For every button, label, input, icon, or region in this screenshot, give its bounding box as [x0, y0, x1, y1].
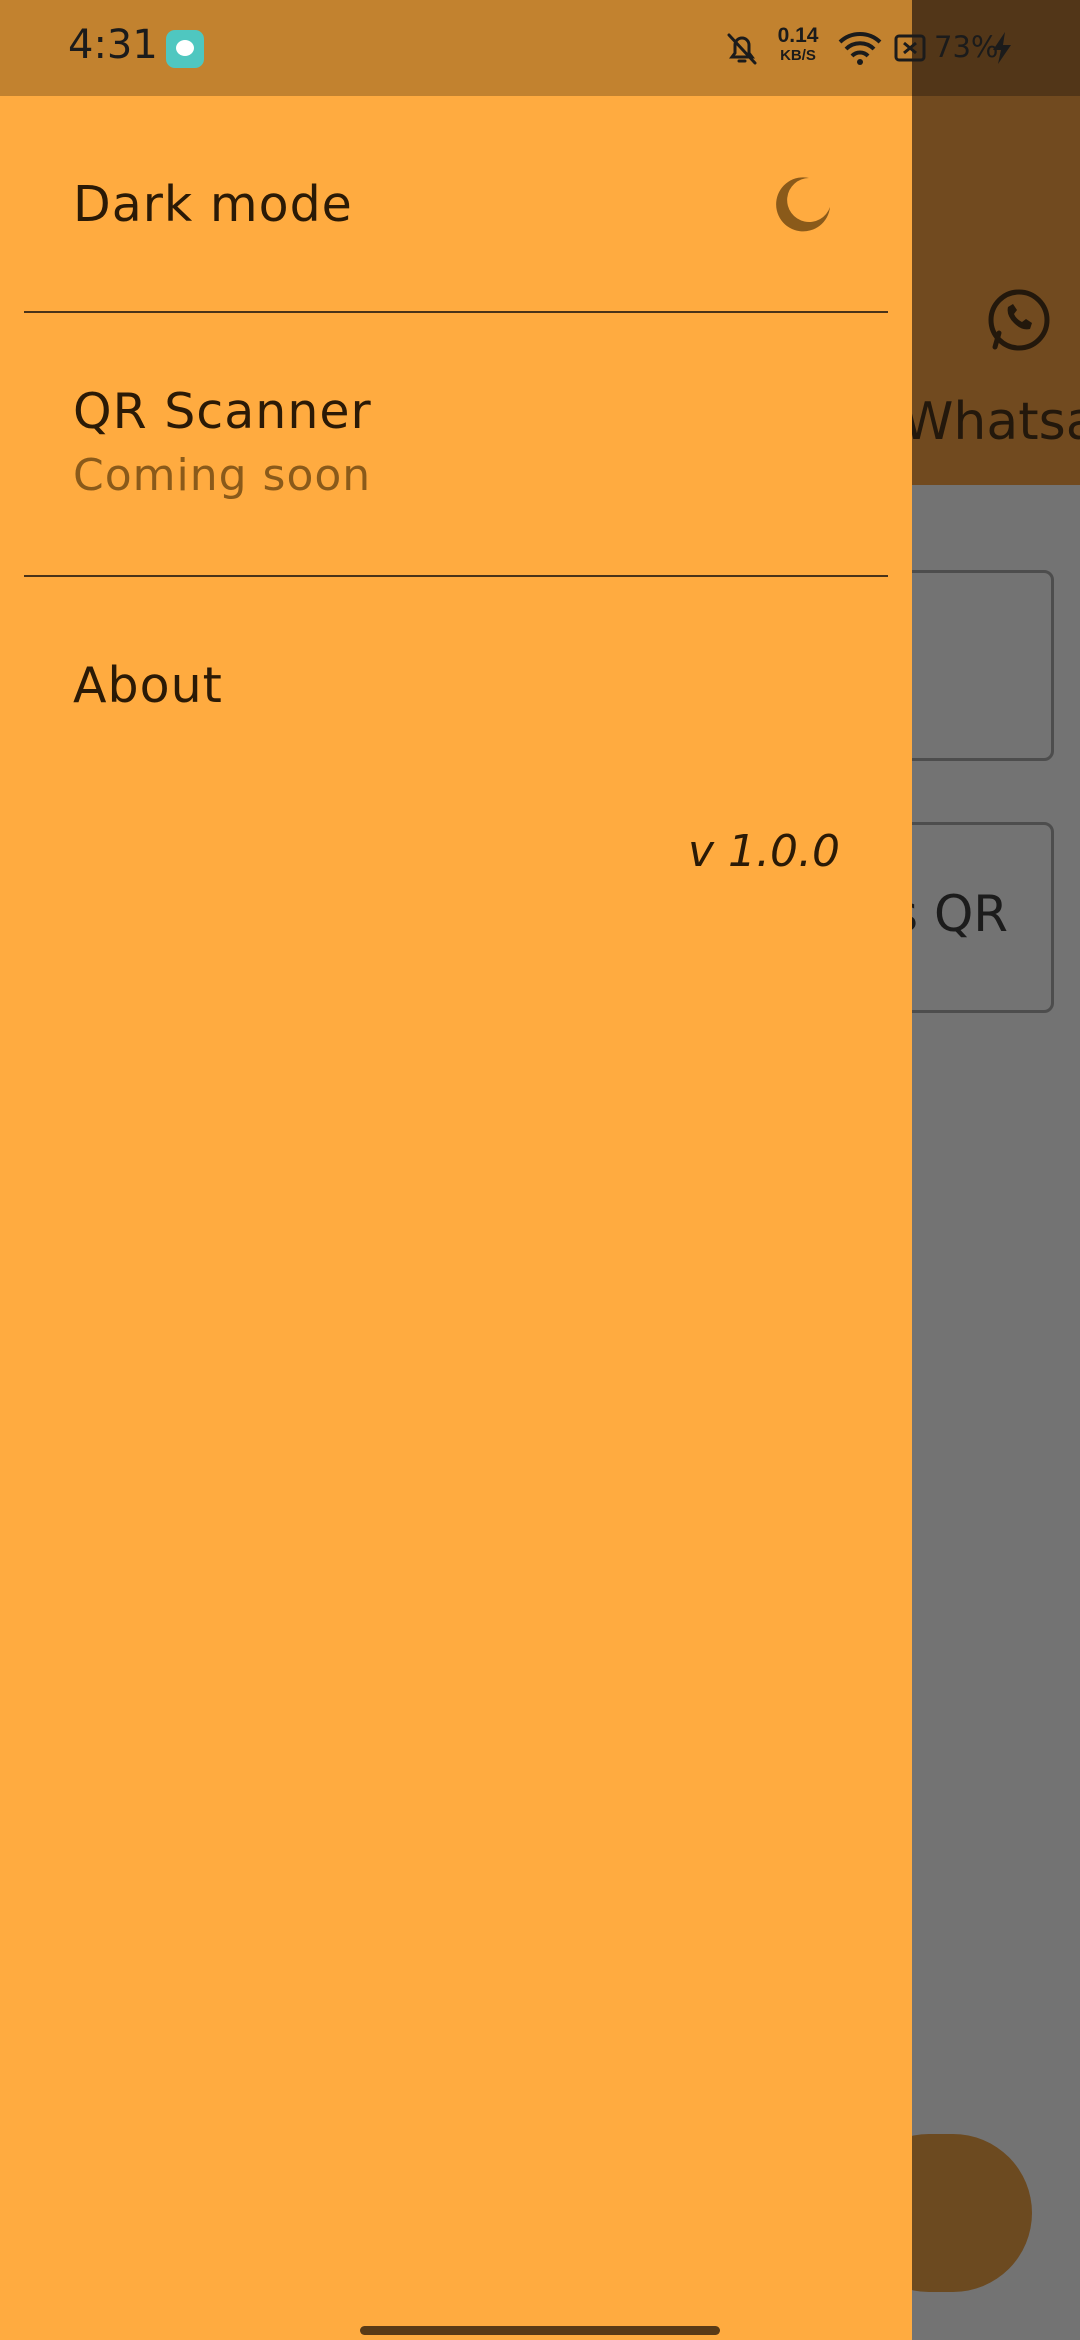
status-bar: 4:31 0.14 KB/S 73%	[0, 0, 1080, 96]
screen: Whatsa s QR 4:31 0.14 KB/S 73% Dark mode…	[0, 0, 1080, 2340]
drawer-item-label: Dark mode	[73, 176, 353, 233]
navigation-drawer: Dark mode QR Scanner Coming soon About v…	[0, 96, 912, 2340]
drawer-item-label: About	[73, 657, 223, 714]
wifi-icon	[838, 32, 882, 65]
bell-off-icon	[727, 33, 757, 65]
status-time: 4:31	[68, 22, 158, 68]
bolt-icon	[993, 32, 1011, 64]
drawer-item-qr-scanner[interactable]: QR Scanner Coming soon	[0, 313, 912, 575]
drawer-item-label: QR Scanner	[73, 383, 372, 440]
gesture-navigation-bar[interactable]	[360, 2326, 720, 2335]
network-speed-value: 0.14	[777, 24, 819, 47]
screen-recorder-icon	[166, 30, 204, 68]
drawer-item-subtitle: Coming soon	[73, 450, 372, 501]
moon-icon[interactable]	[774, 174, 834, 234]
battery-percentage: 73%	[934, 30, 999, 64]
network-speed-unit: KB/S	[780, 47, 816, 64]
network-speed: 0.14 KB/S	[776, 24, 820, 66]
drawer-item-about[interactable]: About	[0, 577, 912, 747]
drawer-item-dark-mode[interactable]: Dark mode	[0, 96, 912, 311]
app-version: v 1.0.0	[688, 826, 840, 877]
battery-x-icon	[894, 34, 926, 62]
